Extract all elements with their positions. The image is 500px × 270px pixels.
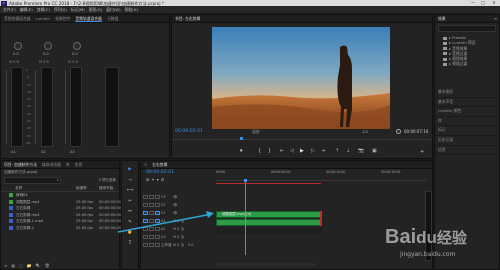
baidu-watermark: Baidu经验 <box>385 226 467 248</box>
watermark-url: jingyan.baidu.com <box>400 251 456 258</box>
